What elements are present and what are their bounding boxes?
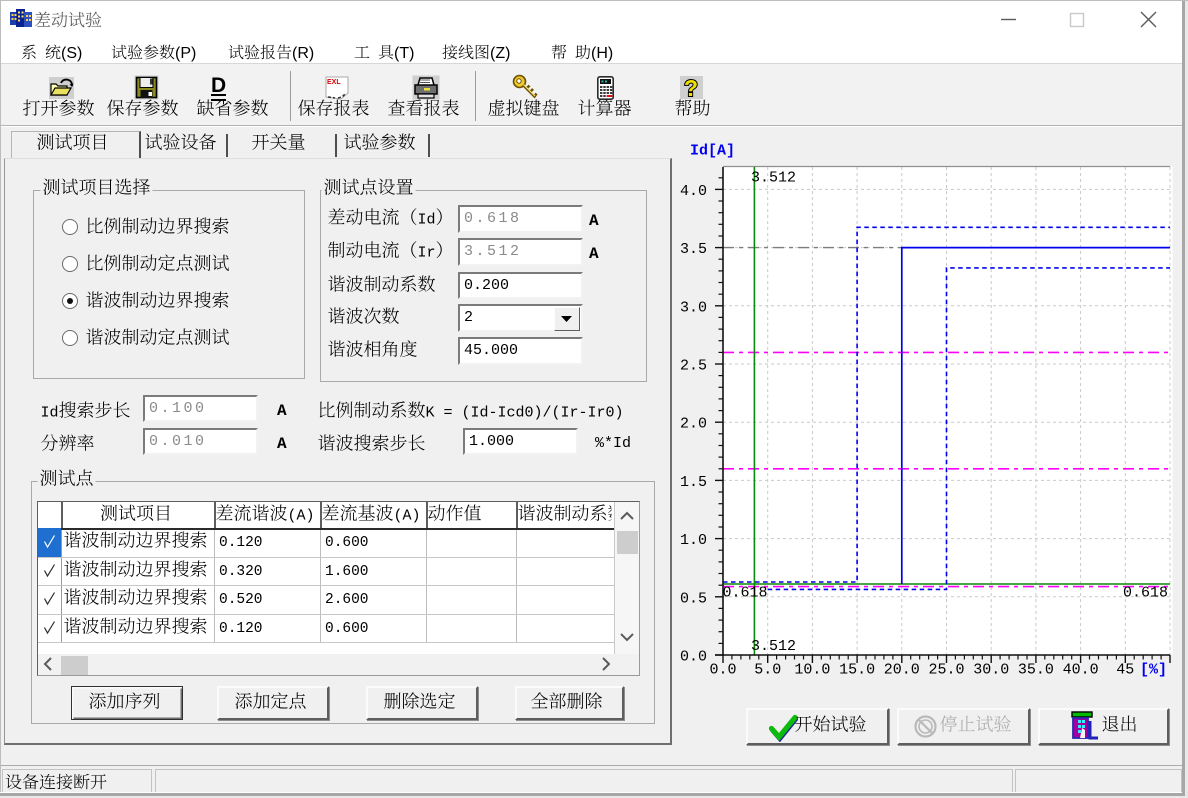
svg-text:35.0: 35.0	[1018, 662, 1054, 679]
svg-text:0.5: 0.5	[680, 590, 707, 607]
svg-text:3.512: 3.512	[751, 170, 796, 187]
svg-text:2.5: 2.5	[680, 358, 707, 375]
svg-text:3.512: 3.512	[751, 638, 796, 655]
svg-text:5.0: 5.0	[754, 662, 781, 679]
svg-text:45: 45	[1116, 662, 1134, 679]
svg-text:4.0: 4.0	[680, 183, 707, 200]
svg-text:1.0: 1.0	[680, 532, 707, 549]
svg-text:2.0: 2.0	[680, 416, 707, 433]
svg-text:3.5: 3.5	[680, 241, 707, 258]
svg-text:Id[A]: Id[A]	[690, 143, 735, 160]
svg-text:EXL: EXL	[327, 79, 341, 86]
svg-text:3.0: 3.0	[680, 299, 707, 316]
svg-text:10.0: 10.0	[794, 662, 830, 679]
svg-text:20.0: 20.0	[884, 662, 920, 679]
svg-text:1.5: 1.5	[680, 474, 707, 491]
svg-text:0.0: 0.0	[680, 649, 707, 666]
svg-text:30.0: 30.0	[973, 662, 1009, 679]
svg-text:0.618: 0.618	[723, 585, 768, 602]
svg-text:15.0: 15.0	[839, 662, 875, 679]
svg-text:[%]: [%]	[1140, 662, 1167, 679]
svg-text:25.0: 25.0	[928, 662, 964, 679]
svg-text:40.0: 40.0	[1063, 662, 1099, 679]
svg-text:0.0: 0.0	[709, 662, 736, 679]
svg-text:0.618: 0.618	[1123, 585, 1168, 602]
